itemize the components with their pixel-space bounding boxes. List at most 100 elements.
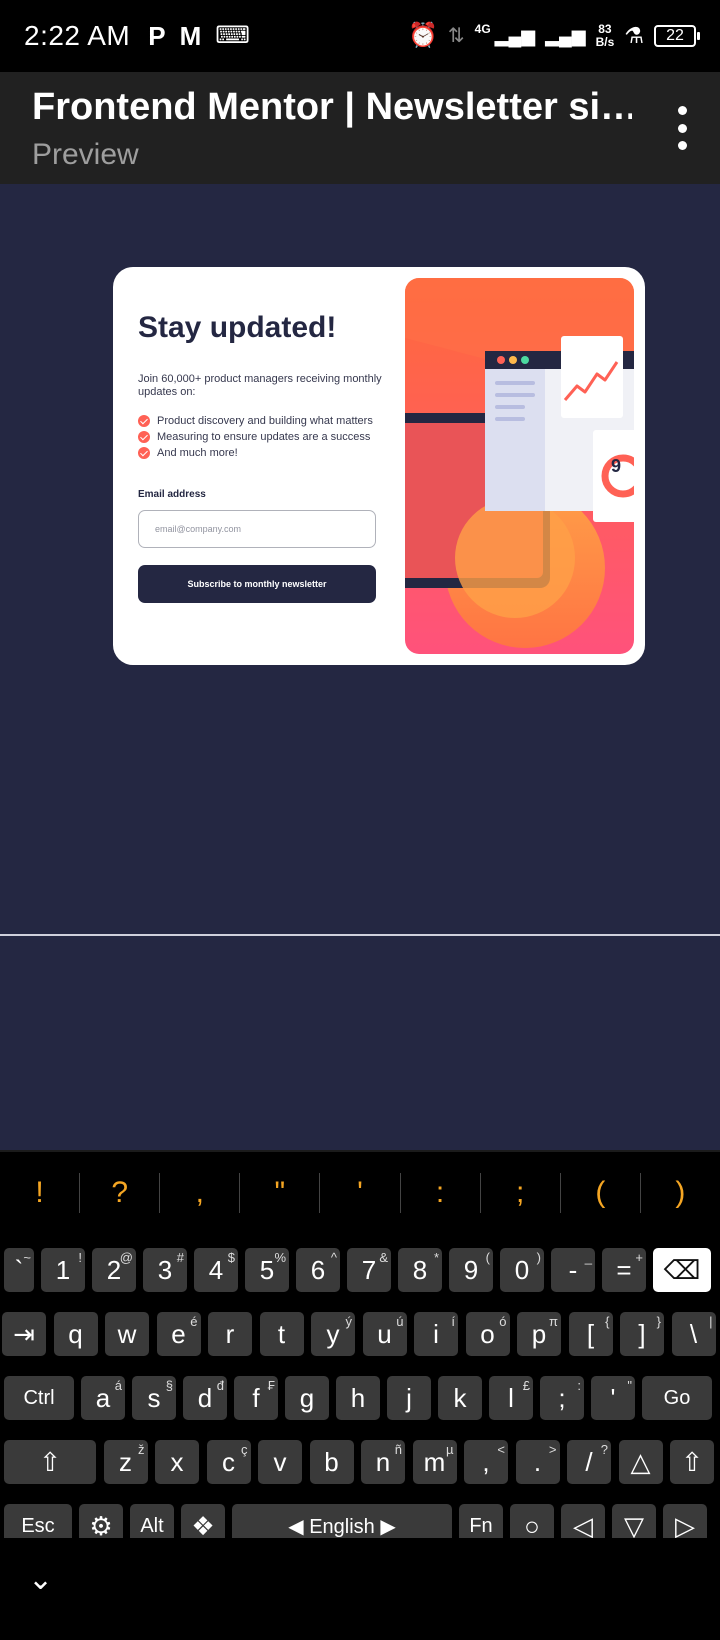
key-label: ◀ English ▶ bbox=[288, 1515, 396, 1538]
key-l[interactable]: l £ bbox=[489, 1376, 533, 1420]
check-icon bbox=[138, 447, 150, 459]
key-label: v bbox=[273, 1446, 287, 1477]
key-label: q bbox=[68, 1318, 83, 1349]
key-f[interactable]: f ₣ bbox=[234, 1376, 278, 1420]
suggestion-key[interactable]: ; bbox=[481, 1173, 561, 1213]
key-'[interactable]: ' " bbox=[591, 1376, 635, 1420]
key-label: Fn bbox=[469, 1514, 493, 1537]
key-u[interactable]: uú bbox=[362, 1312, 407, 1356]
network-type: 4G bbox=[474, 22, 491, 36]
key-z[interactable]: zž bbox=[103, 1440, 148, 1484]
email-field[interactable] bbox=[138, 510, 376, 548]
key-][interactable]: ]} bbox=[620, 1312, 664, 1356]
key-4[interactable]: 4 $ bbox=[194, 1248, 238, 1292]
key-label: , bbox=[482, 1446, 490, 1477]
key-label: ⚙ bbox=[89, 1510, 113, 1541]
key-label: ; bbox=[558, 1382, 566, 1413]
hero-illustration: 9 bbox=[405, 278, 634, 654]
suggestion-key[interactable]: ! bbox=[0, 1173, 81, 1213]
key-label: j bbox=[406, 1382, 412, 1413]
key-label: ⇧ bbox=[681, 1446, 703, 1477]
key-7[interactable]: 7 & bbox=[347, 1248, 391, 1292]
subscribe-button[interactable]: Subscribe to monthly newsletter bbox=[138, 565, 376, 603]
key-`[interactable]: ` ~ bbox=[4, 1248, 34, 1292]
tab-key[interactable]: ⇥ bbox=[2, 1312, 46, 1356]
key-5[interactable]: 5% bbox=[245, 1248, 289, 1292]
key-.[interactable]: . > bbox=[515, 1440, 560, 1484]
key-6[interactable]: 6 ^ bbox=[296, 1248, 340, 1292]
key-Ctrl[interactable]: Ctrl bbox=[4, 1376, 74, 1420]
suggestion-key[interactable]: , bbox=[160, 1173, 241, 1213]
suggestion-key[interactable]: ) bbox=[641, 1173, 720, 1213]
key-label: Alt bbox=[140, 1514, 164, 1537]
key-a[interactable]: aá bbox=[81, 1376, 125, 1420]
key-0[interactable]: 0) bbox=[500, 1248, 544, 1292]
key-/[interactable]: /? bbox=[567, 1440, 611, 1484]
key-2[interactable]: 2 @ bbox=[92, 1248, 136, 1292]
key-r[interactable]: r bbox=[208, 1312, 252, 1356]
suggestion-key[interactable]: ? bbox=[80, 1173, 161, 1213]
key-label: i bbox=[433, 1318, 439, 1349]
key-t[interactable]: t bbox=[259, 1312, 304, 1356]
key-=[interactable]: = + bbox=[602, 1248, 646, 1292]
key-s[interactable]: s § bbox=[132, 1376, 176, 1420]
key-Go[interactable]: Go bbox=[642, 1376, 712, 1420]
key-y[interactable]: yý bbox=[311, 1312, 355, 1356]
key-label: 7 bbox=[361, 1254, 377, 1285]
key-;[interactable]: ;: bbox=[540, 1376, 584, 1420]
key-v[interactable]: v bbox=[258, 1440, 302, 1484]
shift-key[interactable]: ⇧ bbox=[670, 1440, 714, 1484]
key-p[interactable]: pπ bbox=[517, 1312, 561, 1356]
key-label: g bbox=[299, 1382, 315, 1413]
key-h[interactable]: h bbox=[336, 1376, 380, 1420]
list-item: Product discovery and building what matt… bbox=[138, 413, 373, 429]
key-label: ⇧ bbox=[39, 1446, 61, 1477]
key-c[interactable]: cç bbox=[206, 1440, 251, 1484]
key-b[interactable]: b bbox=[309, 1440, 354, 1484]
key-label: t bbox=[277, 1318, 286, 1349]
suggestion-key[interactable]: " bbox=[240, 1173, 321, 1213]
key-label: x bbox=[170, 1446, 184, 1477]
key-k[interactable]: k bbox=[438, 1376, 482, 1420]
key-x[interactable]: x bbox=[155, 1440, 199, 1484]
key-hint: ñ bbox=[394, 1442, 402, 1457]
more-options-icon[interactable] bbox=[674, 106, 690, 150]
suggestion-key[interactable]: : bbox=[401, 1173, 481, 1213]
key--[interactable]: - _ bbox=[551, 1248, 595, 1292]
suggestion-key[interactable]: ( bbox=[561, 1173, 641, 1213]
key-\[interactable]: \ | bbox=[671, 1312, 716, 1356]
net-speed: 83 B/s bbox=[596, 23, 615, 49]
key-,[interactable]: , < bbox=[464, 1440, 508, 1484]
key-label: ▷ bbox=[675, 1510, 695, 1541]
key-g[interactable]: g bbox=[285, 1376, 329, 1420]
key-3[interactable]: 3 # bbox=[143, 1248, 187, 1292]
key-hint: > bbox=[548, 1442, 557, 1457]
key-9[interactable]: 9( bbox=[449, 1248, 493, 1292]
key-hint: ( bbox=[485, 1250, 490, 1265]
key-q[interactable]: q bbox=[53, 1312, 98, 1356]
key-j[interactable]: j bbox=[387, 1376, 431, 1420]
chevron-down-icon[interactable]: ⌄ bbox=[28, 1562, 53, 1597]
key-o[interactable]: oó bbox=[465, 1312, 510, 1356]
key-hint: ! bbox=[78, 1250, 82, 1265]
key-e[interactable]: eé bbox=[156, 1312, 201, 1356]
battery-icon: 22 bbox=[654, 25, 700, 47]
shift-key[interactable]: ⇧ bbox=[4, 1440, 96, 1484]
key-i[interactable]: ií bbox=[414, 1312, 458, 1356]
key-[[interactable]: [{ bbox=[568, 1312, 613, 1356]
backspace-key[interactable]: ⌫ bbox=[653, 1248, 711, 1292]
up-arrow-key[interactable]: △ bbox=[618, 1440, 663, 1484]
key-hint: á bbox=[114, 1378, 122, 1393]
key-label: ⌫ bbox=[663, 1254, 701, 1285]
key-d[interactable]: dđ bbox=[183, 1376, 227, 1420]
key-label: r bbox=[225, 1318, 235, 1349]
suggestion-key[interactable]: ' bbox=[320, 1173, 401, 1213]
key-label: Go bbox=[663, 1386, 691, 1409]
key-1[interactable]: 1! bbox=[41, 1248, 85, 1292]
key-label: e bbox=[171, 1318, 186, 1349]
key-w[interactable]: w bbox=[105, 1312, 149, 1356]
key-n[interactable]: nñ bbox=[361, 1440, 405, 1484]
key-8[interactable]: 8 * bbox=[398, 1248, 442, 1292]
key-m[interactable]: mµ bbox=[412, 1440, 457, 1484]
key-label: 9 bbox=[463, 1254, 479, 1285]
